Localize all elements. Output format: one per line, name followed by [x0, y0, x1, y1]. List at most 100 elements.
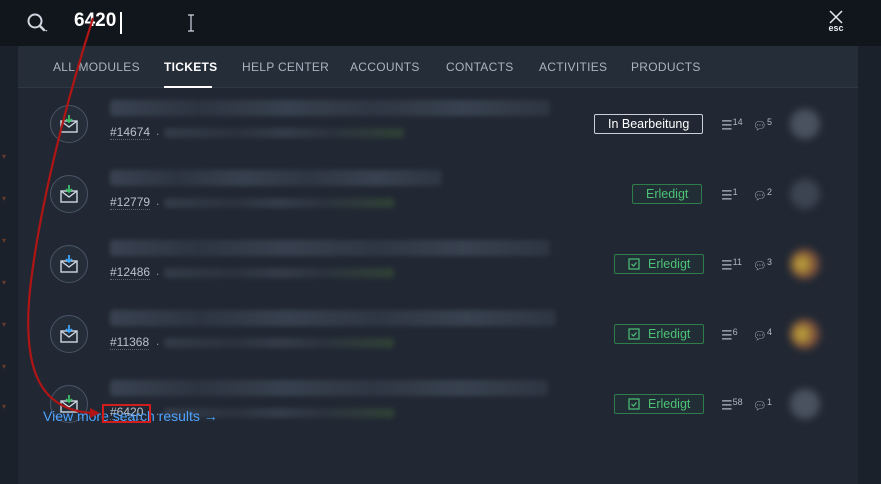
ticket-number[interactable]: #12486	[110, 265, 151, 280]
ticket-channel-avatar	[50, 175, 88, 213]
list-item[interactable]: #6420 . Erledigt ☰58 💬︎1	[18, 368, 858, 438]
status-label: In Bearbeitung	[608, 117, 690, 131]
thread-count-value: 58	[732, 397, 743, 407]
ticket-meta-redacted	[164, 198, 394, 208]
avatar	[790, 109, 820, 139]
chevron-down-icon: ▾	[2, 402, 7, 411]
comment-count: 💬︎5	[753, 117, 772, 133]
mail-icon	[60, 115, 78, 133]
archive-icon	[628, 258, 640, 270]
mail-icon	[60, 255, 78, 273]
status-badge: Erledigt	[614, 254, 705, 274]
search-input[interactable]: 6420	[74, 10, 116, 32]
threads-icon: ☰	[721, 117, 733, 133]
status-badge: Erledigt	[614, 394, 705, 414]
thread-count-value: 14	[732, 117, 743, 127]
ticket-channel-avatar	[50, 105, 88, 143]
ticket-subject-redacted	[110, 170, 442, 186]
thread-count: ☰14	[721, 117, 743, 134]
ticket-number[interactable]: #11368	[110, 335, 150, 350]
tab-help-center[interactable]: HELP CENTER	[242, 60, 329, 74]
list-item[interactable]: #14674 . In Bearbeitung ☰14 💬︎5	[18, 88, 858, 158]
comment-icon: 💬︎	[753, 260, 767, 273]
background-app-left: ▾ ▾ ▾ ▾ ▾ ▾ ▾	[0, 46, 18, 484]
separator: .	[156, 194, 160, 208]
threads-icon: ☰	[721, 397, 733, 413]
list-item[interactable]: #12779 . Erledigt ☰1 💬︎2	[18, 158, 858, 228]
background-app-right	[858, 46, 881, 484]
tab-tickets[interactable]: TICKETS	[164, 60, 217, 74]
ticket-number[interactable]: #14674	[110, 125, 151, 140]
avatar	[790, 319, 820, 349]
status-label: Erledigt	[648, 257, 691, 271]
comment-icon: 💬︎	[753, 330, 767, 343]
close-icon	[829, 10, 843, 24]
search-icon[interactable]	[26, 12, 50, 34]
status-label: Erledigt	[648, 397, 691, 411]
avatar	[790, 179, 820, 209]
list-item[interactable]: #12486 . Erledigt ☰11 💬︎3	[18, 228, 858, 298]
tab-all-modules[interactable]: ALL MODULES	[53, 60, 140, 74]
thread-count-value: 1	[732, 187, 738, 197]
chevron-down-icon: ▾	[2, 278, 7, 287]
separator: .	[156, 264, 160, 278]
search-bar: 6420 esc	[0, 0, 881, 46]
ticket-meta-redacted	[164, 338, 394, 348]
tab-products[interactable]: PRODUCTS	[631, 60, 701, 74]
list-item[interactable]: #11368 . Erledigt ☰6 💬︎4	[18, 298, 858, 368]
ticket-subject-redacted	[110, 310, 556, 326]
comment-count-value: 4	[766, 327, 772, 337]
threads-icon: ☰	[721, 327, 733, 343]
comment-count-value: 3	[766, 257, 772, 267]
comment-count: 💬︎3	[753, 257, 772, 273]
thread-count: ☰1	[721, 187, 738, 204]
close-button[interactable]: esc	[823, 10, 849, 40]
ticket-meta-redacted	[164, 128, 404, 138]
avatar	[790, 249, 820, 279]
close-shortcut-label: esc	[828, 23, 844, 33]
ticket-number[interactable]: #12779	[110, 195, 151, 210]
comment-count: 💬︎2	[753, 187, 772, 203]
status-label: Erledigt	[648, 327, 691, 341]
separator: .	[156, 124, 160, 138]
mail-icon	[60, 325, 78, 343]
status-badge: Erledigt	[614, 324, 705, 344]
ticket-meta-redacted	[164, 268, 394, 278]
thread-count: ☰11	[721, 257, 742, 274]
avatar	[790, 389, 820, 419]
archive-icon	[628, 398, 640, 410]
comment-icon: 💬︎	[753, 190, 767, 203]
ibeam-cursor-icon	[188, 14, 194, 32]
archive-icon	[628, 328, 640, 340]
ticket-channel-avatar	[50, 245, 88, 283]
ticket-channel-avatar	[50, 315, 88, 353]
chevron-down-icon: ▾	[2, 236, 7, 245]
module-tabs: ALL MODULES TICKETS HELP CENTER ACCOUNTS…	[18, 46, 858, 88]
ticket-subject-redacted	[110, 240, 550, 256]
ticket-subject-redacted	[110, 380, 548, 396]
threads-icon: ☰	[721, 257, 733, 273]
chevron-down-icon: ▾	[2, 320, 7, 329]
tab-contacts[interactable]: CONTACTS	[446, 60, 514, 74]
comment-count-value: 5	[766, 117, 772, 127]
comment-count-value: 1	[766, 397, 772, 407]
chevron-down-icon: ▾	[2, 152, 7, 161]
thread-count: ☰6	[721, 327, 738, 344]
comment-count: 💬︎4	[753, 327, 772, 343]
mail-icon	[60, 185, 78, 203]
tab-accounts[interactable]: ACCOUNTS	[350, 60, 420, 74]
thread-count-value: 11	[732, 257, 742, 267]
separator: .	[156, 334, 160, 348]
thread-count: ☰58	[721, 397, 743, 414]
chevron-down-icon: ▾	[2, 362, 7, 371]
status-badge: Erledigt	[632, 184, 703, 204]
status-badge: In Bearbeitung	[594, 114, 704, 134]
comment-icon: 💬︎	[753, 120, 767, 133]
chevron-down-icon: ▾	[2, 194, 7, 203]
status-label: Erledigt	[646, 187, 689, 201]
thread-count-value: 6	[732, 327, 738, 337]
ticket-subject-redacted	[110, 100, 550, 116]
comment-count: 💬︎1	[753, 397, 772, 413]
tab-activities[interactable]: ACTIVITIES	[539, 60, 607, 74]
comment-icon: 💬︎	[753, 400, 767, 413]
